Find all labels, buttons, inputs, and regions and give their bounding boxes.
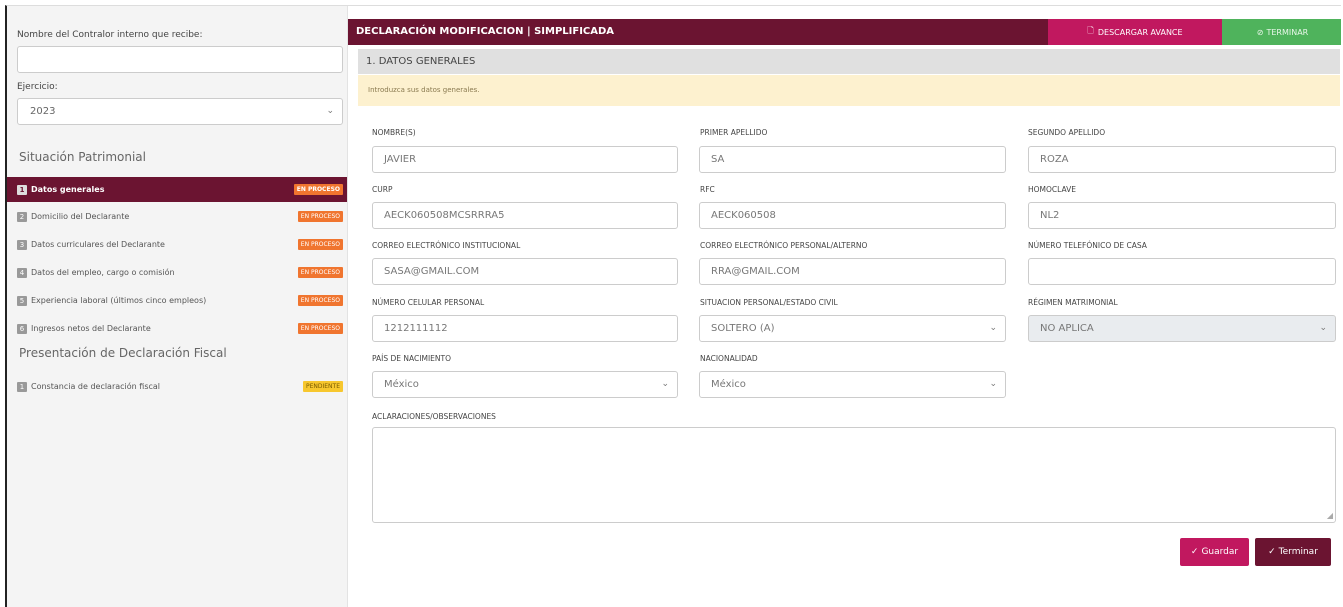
sidebar-item-experiencia[interactable]: 5 Experiencia laboral (últimos cinco emp…: [7, 288, 347, 313]
check-icon: ✓: [1268, 547, 1276, 557]
receiver-input[interactable]: [17, 46, 343, 73]
section-title-patrimonial: Situación Patrimonial: [19, 150, 146, 164]
regimen-label: RÉGIMEN MATRIMONIAL: [1028, 298, 1118, 307]
sidebar-item-label: Constancia de declaración fiscal: [31, 382, 161, 391]
save-button[interactable]: ✓ Guardar: [1180, 538, 1249, 566]
year-label: Ejercicio:: [17, 82, 58, 92]
nombre-field[interactable]: JAVIER: [372, 146, 678, 173]
nombre-label: NOMBRE(S): [372, 128, 416, 137]
nacionalidad-label: NACIONALIDAD: [700, 354, 758, 363]
status-badge: EN PROCESO: [297, 239, 343, 250]
status-badge: EN PROCESO: [297, 267, 343, 278]
nacionalidad-select[interactable]: México ⌄: [699, 371, 1006, 398]
correo-institucional-field[interactable]: SASA@GMAIL.COM: [372, 258, 678, 285]
correo-institucional-label: CORREO ELECTRÓNICO INSTITUCIONAL: [372, 241, 521, 250]
primer-apellido-field[interactable]: SA: [699, 146, 1006, 173]
status-badge: EN PROCESO: [297, 295, 343, 306]
save-label: Guardar: [1201, 547, 1239, 557]
sidebar-item-datos-generales[interactable]: 1 Datos generales EN PROCESO: [7, 177, 347, 202]
chevron-down-icon: ⌄: [989, 379, 997, 389]
item-number: 1: [17, 184, 27, 195]
section-header: 1. DATOS GENERALES: [358, 49, 1340, 74]
app-frame: Nombre del Contralor interno que recibe:…: [5, 5, 1341, 607]
main-content: DECLARACIÓN MODIFICACION | SIMPLIFICADA …: [348, 6, 1341, 607]
chevron-down-icon: ⌄: [661, 379, 669, 389]
check-circle-icon: ⊘: [1256, 27, 1264, 37]
nacionalidad-value: México: [711, 379, 746, 390]
telefono-casa-field[interactable]: [1028, 258, 1336, 285]
telefono-casa-label: NÚMERO TELEFÓNICO DE CASA: [1028, 241, 1147, 250]
sidebar-item-label: Datos curriculares del Declarante: [31, 240, 165, 249]
rfc-field[interactable]: AECK060508: [699, 202, 1006, 229]
finish-top-button[interactable]: ⊘ TERMINAR: [1222, 19, 1341, 45]
item-number: 6: [17, 323, 27, 334]
regimen-value: NO APLICA: [1040, 323, 1094, 334]
sidebar: Nombre del Contralor interno que recibe:…: [7, 6, 348, 607]
finish-label: Terminar: [1278, 547, 1318, 557]
year-value: 2023: [30, 106, 56, 117]
status-badge: PENDIENTE: [302, 381, 343, 392]
primer-apellido-label: PRIMER APELLIDO: [700, 128, 768, 137]
year-select[interactable]: 2023 ⌄: [17, 98, 343, 125]
segundo-apellido-field[interactable]: ROZA: [1028, 146, 1336, 173]
sidebar-item-empleo[interactable]: 4 Datos del empleo, cargo o comisión EN …: [7, 260, 347, 285]
rfc-label: RFC: [700, 185, 715, 194]
check-icon: ✓: [1190, 547, 1199, 557]
sidebar-item-label: Ingresos netos del Declarante: [31, 324, 151, 333]
sidebar-item-label: Domicilio del Declarante: [31, 212, 130, 221]
segundo-apellido-label: SEGUNDO APELLIDO: [1028, 128, 1106, 137]
sidebar-item-label: Datos del empleo, cargo o comisión: [31, 268, 175, 277]
pais-value: México: [384, 379, 419, 390]
chevron-down-icon: ⌄: [1319, 323, 1327, 333]
chevron-down-icon: ⌄: [989, 323, 997, 333]
sidebar-item-label: Experiencia laboral (últimos cinco emple…: [31, 296, 207, 305]
curp-field[interactable]: AECK060508MCSRRRA5: [372, 202, 678, 229]
aclaraciones-label: ACLARACIONES/OBSERVACIONES: [372, 412, 496, 421]
chevron-down-icon: ⌄: [326, 106, 334, 116]
estado-civil-select[interactable]: SOLTERO (A) ⌄: [699, 315, 1006, 342]
section-title-fiscal: Presentación de Declaración Fiscal: [19, 346, 227, 360]
sidebar-item-label: Datos generales: [31, 185, 105, 194]
header-bar: DECLARACIÓN MODIFICACION | SIMPLIFICADA …: [348, 19, 1341, 45]
pais-select[interactable]: México ⌄: [372, 371, 678, 398]
curp-label: CURP: [372, 185, 393, 194]
regimen-select: NO APLICA ⌄: [1028, 315, 1336, 342]
notice-alert: Introduzca sus datos generales.: [358, 75, 1340, 106]
finish-button[interactable]: ✓ Terminar: [1255, 538, 1331, 566]
item-number: 4: [17, 267, 27, 278]
item-number: 3: [17, 239, 27, 250]
receiver-label: Nombre del Contralor interno que recibe:: [17, 30, 203, 40]
celular-field[interactable]: 1212111112: [372, 315, 678, 342]
pais-label: PAÍS DE NACIMIENTO: [372, 354, 452, 363]
item-number: 1: [17, 381, 27, 392]
download-progress-button[interactable]: 🗋 DESCARGAR AVANCE: [1048, 19, 1222, 45]
celular-label: NÚMERO CELULAR PERSONAL: [372, 298, 485, 307]
estado-civil-label: SITUACION PERSONAL/ESTADO CIVIL: [700, 298, 838, 307]
estado-civil-value: SOLTERO (A): [711, 323, 775, 334]
page-title: DECLARACIÓN MODIFICACION | SIMPLIFICADA: [356, 26, 615, 37]
sidebar-item-ingresos[interactable]: 6 Ingresos netos del Declarante EN PROCE…: [7, 316, 347, 341]
item-number: 5: [17, 295, 27, 306]
sidebar-item-constancia[interactable]: 1 Constancia de declaración fiscal PENDI…: [7, 374, 347, 399]
sidebar-item-curriculares[interactable]: 3 Datos curriculares del Declarante EN P…: [7, 232, 347, 257]
sidebar-item-domicilio[interactable]: 2 Domicilio del Declarante EN PROCESO: [7, 204, 347, 229]
download-label: DESCARGAR AVANCE: [1097, 27, 1183, 37]
correo-personal-field[interactable]: RRA@GMAIL.COM: [699, 258, 1006, 285]
document-icon: 🗋: [1087, 26, 1094, 35]
homoclave-label: HOMOCLAVE: [1028, 185, 1077, 194]
resize-handle-icon[interactable]: ◢: [1327, 511, 1333, 520]
aclaraciones-textarea[interactable]: ◢: [372, 427, 1336, 523]
item-number: 2: [17, 211, 27, 222]
status-badge: EN PROCESO: [297, 211, 343, 222]
correo-personal-label: CORREO ELECTRÓNICO PERSONAL/ALTERNO: [700, 241, 868, 250]
status-badge: EN PROCESO: [297, 323, 343, 334]
finish-top-label: TERMINAR: [1266, 27, 1309, 37]
status-badge: EN PROCESO: [293, 184, 343, 195]
homoclave-field[interactable]: NL2: [1028, 202, 1336, 229]
